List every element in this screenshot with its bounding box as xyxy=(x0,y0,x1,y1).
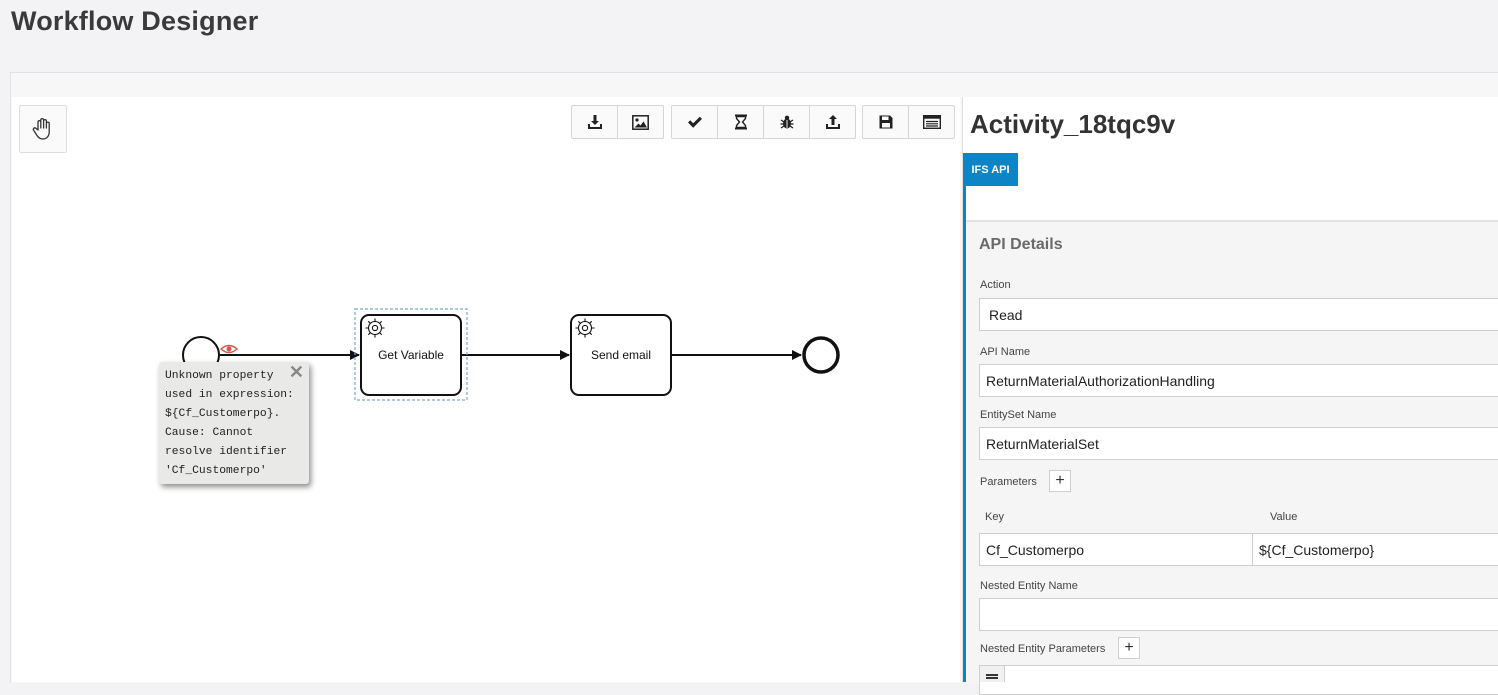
nested-params-label: Nested Entity Parameters xyxy=(980,643,1106,655)
end-event[interactable] xyxy=(802,336,840,374)
error-tooltip-text: Unknown property used in expression: ${C… xyxy=(165,370,294,477)
entityset-label: EntitySet Name xyxy=(980,409,1057,421)
task-label-send-email: Send email xyxy=(590,348,652,362)
activity-title: Activity_18tqc9v xyxy=(970,109,1176,139)
error-tooltip: Unknown property used in expression: ${C… xyxy=(159,362,309,484)
eye-icon[interactable] xyxy=(219,344,239,354)
nested-params-row xyxy=(979,665,1498,695)
action-label: Action xyxy=(980,279,1011,291)
value-column-header: Value xyxy=(1270,511,1298,523)
add-nested-parameter-button[interactable]: + xyxy=(1118,637,1140,659)
task-label-get-variable: Get Variable xyxy=(378,348,444,362)
tab-ifs-api[interactable]: IFS API xyxy=(963,153,1018,186)
key-column-header: Key xyxy=(985,511,1004,523)
parameter-key-field[interactable]: Cf_Customerpo xyxy=(979,533,1253,566)
bpmn-diagram xyxy=(182,308,840,401)
nested-entity-field[interactable] xyxy=(979,598,1498,631)
close-icon[interactable]: ✕ xyxy=(289,363,304,382)
add-parameter-button[interactable]: + xyxy=(1049,470,1071,492)
parameters-label: Parameters xyxy=(980,476,1037,488)
api-name-field[interactable]: ReturnMaterialAuthorizationHandling xyxy=(979,364,1498,397)
drag-handle-icon xyxy=(986,674,998,679)
api-name-label: API Name xyxy=(980,346,1031,358)
entityset-field[interactable]: ReturnMaterialSet xyxy=(979,427,1498,460)
parameter-value-field[interactable]: ${Cf_Customerpo} xyxy=(1252,533,1498,566)
action-select[interactable]: Read xyxy=(979,298,1498,331)
nested-entity-label: Nested Entity Name xyxy=(980,580,1078,592)
section-title: API Details xyxy=(979,236,1063,253)
row-handle[interactable] xyxy=(980,666,1005,682)
